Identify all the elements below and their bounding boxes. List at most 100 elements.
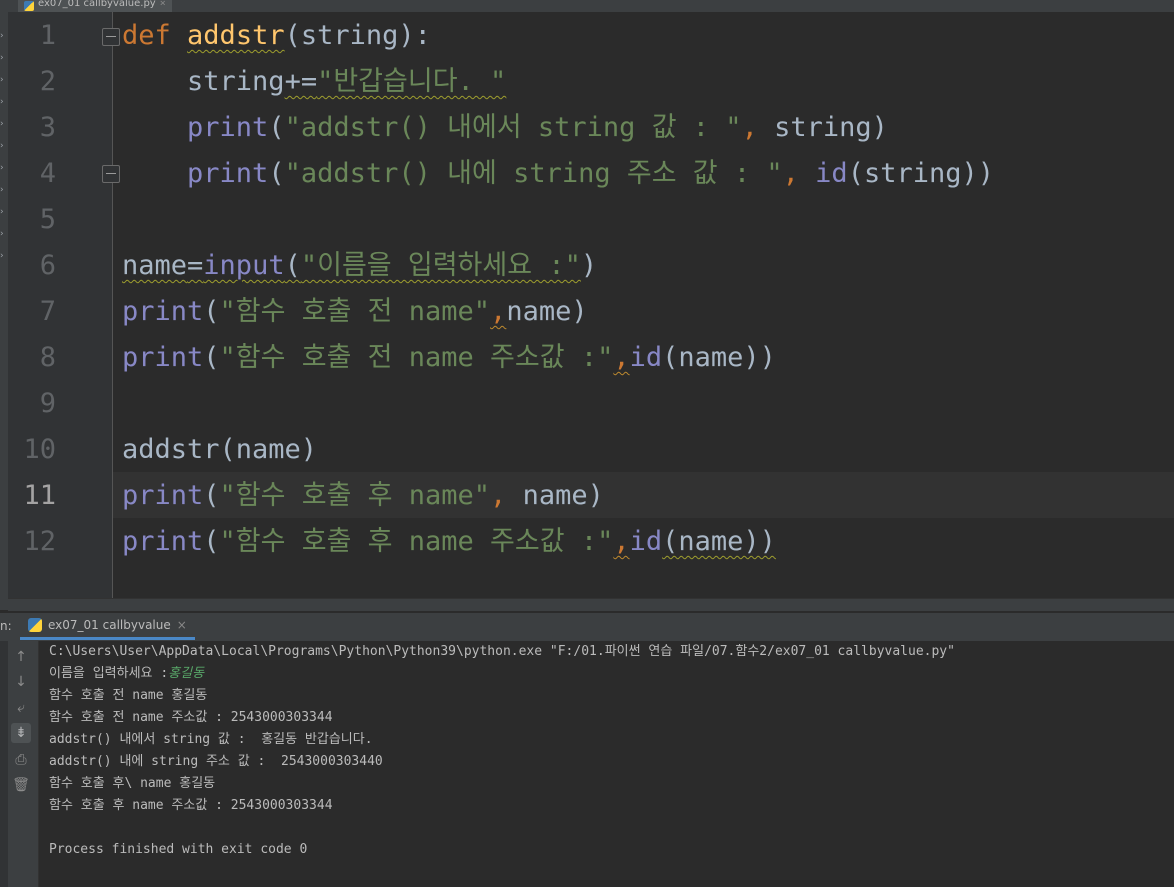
run-panel-label: n: (0, 619, 12, 633)
paren: ( (203, 296, 220, 327)
chevron-right-icon: › (0, 163, 4, 173)
string-literal: "addstr() 내에서 string 값 : " (284, 112, 742, 143)
editor-file-tab[interactable]: ex07_01 callbyvalue.py × (18, 0, 172, 12)
paren: ) (580, 250, 598, 281)
chevron-right-icon: › (0, 141, 4, 151)
console-line: 함수 호출 전 name 홍길동 (49, 688, 208, 703)
chevron-right-icon: › (0, 31, 4, 41)
builtin-id: id (629, 342, 663, 373)
console-exit-message: Process finished with exit code 0 (49, 842, 308, 857)
code-line-10: addstr(name) (122, 427, 317, 473)
function-call: addstr(name) (122, 434, 318, 465)
chevron-right-icon: › (0, 119, 4, 129)
argument: (string)) (847, 158, 994, 189)
line-number: 1 (39, 20, 56, 51)
prompt-text: 이름을 입력하세요 : (49, 666, 169, 681)
line-number: 4 (39, 158, 56, 189)
editor-tab-label: ex07_01 callbyvalue.py (38, 0, 156, 9)
argument: (name)) (662, 526, 776, 557)
code-line-6: name=input("이름을 입력하세요 :") (122, 243, 597, 289)
console-line: 함수 호출 후 name 주소값 : 2543000303344 (49, 798, 333, 813)
code-line-1: def addstr(string): (122, 13, 431, 59)
paren: ( (203, 480, 220, 511)
parameters: (string): (284, 20, 431, 51)
comma: , (741, 112, 775, 143)
paren: ( (268, 158, 285, 189)
comma: , (613, 342, 630, 373)
editor-bottom-edge (8, 598, 1174, 611)
up-arrow-icon[interactable]: ↑ (11, 647, 31, 667)
paren: ( (284, 250, 301, 281)
console-line: addstr() 내에 string 주소 값 : 2543000303440 (49, 754, 383, 769)
operator: += (284, 66, 318, 97)
line-number: 5 (39, 204, 56, 235)
run-panel-header: n: ex07_01 callbyvalue × (0, 612, 1174, 642)
variable: name (122, 250, 188, 281)
run-tab-label: ex07_01 callbyvalue (48, 618, 171, 632)
code-line-4: print("addstr() 내에 string 주소 값 : ", id(s… (122, 151, 994, 197)
code-line-3: print("addstr() 내에서 string 값 : ", string… (122, 105, 888, 151)
run-console[interactable]: C:\Users\User\AppData\Local\Programs\Pyt… (39, 641, 1174, 887)
code-line-2: string+="반갑습니다. " (122, 59, 506, 105)
string-literal: "이름을 입력하세요 :" (300, 250, 581, 281)
code-editor[interactable]: 1 2 3 4 5 6 7 8 9 10 11 12 def addstr(st… (8, 12, 1174, 610)
python-file-icon (28, 618, 42, 632)
close-icon[interactable]: × (160, 0, 166, 9)
user-input-text: 홍길동 (168, 666, 205, 681)
run-tab[interactable]: ex07_01 callbyvalue × (20, 613, 195, 640)
code-line-11: print("함수 호출 후 name", name) (122, 473, 604, 519)
scroll-to-end-icon[interactable]: ⇟ (11, 723, 31, 743)
soft-wrap-icon[interactable]: ⤶ (11, 698, 31, 718)
builtin-print: print (187, 158, 269, 189)
python-file-icon (24, 1, 34, 11)
argument: name) (522, 480, 604, 511)
console-line: addstr() 내에서 string 값 : 홍길동 반갑습니다. (49, 732, 373, 747)
paren: ( (203, 342, 220, 373)
line-number: 8 (39, 342, 56, 373)
paren: ( (268, 112, 285, 143)
builtin-print: print (122, 480, 204, 511)
fold-icon[interactable] (102, 28, 120, 46)
line-number: 6 (39, 250, 56, 281)
operator: = (187, 250, 204, 281)
builtin-print: print (187, 112, 269, 143)
toolbar-edge (0, 641, 8, 887)
code-line-7: print("함수 호출 전 name",name) (122, 289, 588, 335)
line-number: 10 (23, 434, 56, 465)
line-number: 2 (39, 66, 56, 97)
console-line: 함수 호출 전 name 주소값 : 2543000303344 (49, 710, 333, 725)
fold-end-icon[interactable] (102, 165, 120, 183)
code-line-12: print("함수 호출 후 name 주소값 :",id(name)) (122, 519, 776, 565)
builtin-id: id (629, 526, 663, 557)
string-literal: "함수 호출 전 name 주소값 :" (219, 342, 614, 373)
down-arrow-icon[interactable]: ↓ (11, 672, 31, 692)
console-line-prompt: 이름을 입력하세요 :홍길동 (49, 663, 204, 685)
comma: , (490, 480, 523, 511)
argument: string) (774, 112, 888, 143)
comma: , (782, 158, 816, 189)
builtin-input: input (203, 250, 285, 281)
trash-icon[interactable]: 🗑 (11, 775, 31, 795)
console-line: 함수 호출 후\ name 홍길동 (49, 776, 216, 791)
print-icon[interactable]: ⎙ (11, 750, 31, 770)
builtin-print: print (122, 296, 204, 327)
line-number: 3 (39, 112, 56, 143)
line-number: 7 (39, 296, 56, 327)
argument: name) (506, 296, 588, 327)
close-icon[interactable]: × (177, 618, 187, 632)
chevron-right-icon: › (0, 75, 4, 85)
line-number-current: 11 (23, 480, 56, 511)
line-number: 12 (23, 526, 56, 557)
string-literal: "함수 호출 후 name 주소값 :" (219, 526, 614, 557)
builtin-print: print (122, 342, 204, 373)
chevron-right-icon: › (0, 251, 4, 261)
function-name: addstr (187, 20, 285, 51)
console-line: C:\Users\User\AppData\Local\Programs\Pyt… (49, 644, 955, 659)
string-literal: "함수 호출 후 name" (219, 480, 491, 511)
chevron-right-icon: › (0, 53, 4, 63)
comma: , (613, 526, 630, 557)
builtin-print: print (122, 526, 204, 557)
chevron-right-icon: › (0, 97, 4, 107)
string-literal: "addstr() 내에 string 주소 값 : " (284, 158, 783, 189)
